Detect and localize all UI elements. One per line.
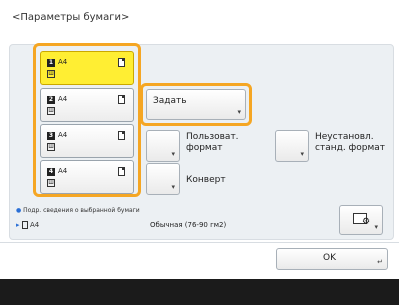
drawer-number: 4 <box>47 168 55 176</box>
drawer-size: A4 <box>58 58 68 66</box>
drawer-size: A4 <box>58 131 68 139</box>
envelope-label: Конверт <box>186 175 226 185</box>
paper-info-type: Обычная (76-90 гм2) <box>150 221 227 229</box>
document-icon <box>118 58 125 67</box>
drawer-3[interactable]: 3 A4 Ш <box>40 124 134 158</box>
chevron-right-icon: ▾ <box>171 183 175 191</box>
custom-size-button[interactable]: ▾ <box>146 130 180 162</box>
drawer-size: A4 <box>58 95 68 103</box>
document-icon <box>118 95 125 104</box>
drawer-2[interactable]: 2 A4 Ш <box>40 88 134 122</box>
chevron-right-icon: ▾ <box>171 150 175 158</box>
gear-icon: ⚙ <box>362 217 371 227</box>
divider <box>0 242 399 243</box>
custom-size-label: Пользоват. формат <box>186 132 239 153</box>
drawer-number: 2 <box>47 96 55 104</box>
paper-info-heading-text: Подр. сведения о выбранной бумаги <box>23 207 140 214</box>
enter-icon: ↵ <box>377 258 383 266</box>
status-bar <box>0 279 399 305</box>
paper-type-icon: Ш <box>47 70 55 78</box>
drawer-size: A4 <box>58 167 68 175</box>
paper-type-icon: Ш <box>47 179 55 187</box>
paper-info-heading: ● Подр. сведения о выбранной бумаги <box>16 207 140 214</box>
drawer-number: 1 <box>47 59 55 67</box>
chevron-right-icon: ▸ <box>16 221 20 229</box>
set-button[interactable]: Задать ▾ <box>146 89 246 120</box>
chevron-right-icon: ▾ <box>300 150 304 158</box>
document-icon <box>21 221 28 229</box>
document-icon <box>118 131 125 140</box>
drawer-1[interactable]: 1 A4 Ш <box>40 51 134 85</box>
chevron-right-icon: ▾ <box>237 108 241 116</box>
ok-button[interactable]: OK ↵ <box>276 248 388 270</box>
page-title: <Параметры бумаги> <box>12 12 130 23</box>
set-button-label: Задать <box>153 96 187 106</box>
paper-info-size: A4 <box>29 221 40 229</box>
ok-button-label: OK <box>323 253 336 263</box>
paper-type-icon: Ш <box>47 107 55 115</box>
drawer-4[interactable]: 4 A4 Ш <box>40 160 134 194</box>
bullet-icon: ● <box>16 207 22 214</box>
drawer-number: 3 <box>47 132 55 140</box>
paper-type-icon: Ш <box>47 143 55 151</box>
chevron-right-icon: ▾ <box>374 223 378 231</box>
paper-settings-button[interactable]: ⚙ ▾ <box>339 205 383 235</box>
envelope-button[interactable]: ▾ <box>146 163 180 195</box>
nonstandard-size-label: Неустановл. станд. формат <box>315 132 385 153</box>
nonstandard-size-button[interactable]: ▾ <box>275 130 309 162</box>
document-icon <box>118 167 125 176</box>
paper-info-row: ▸ A4 <box>16 221 39 229</box>
